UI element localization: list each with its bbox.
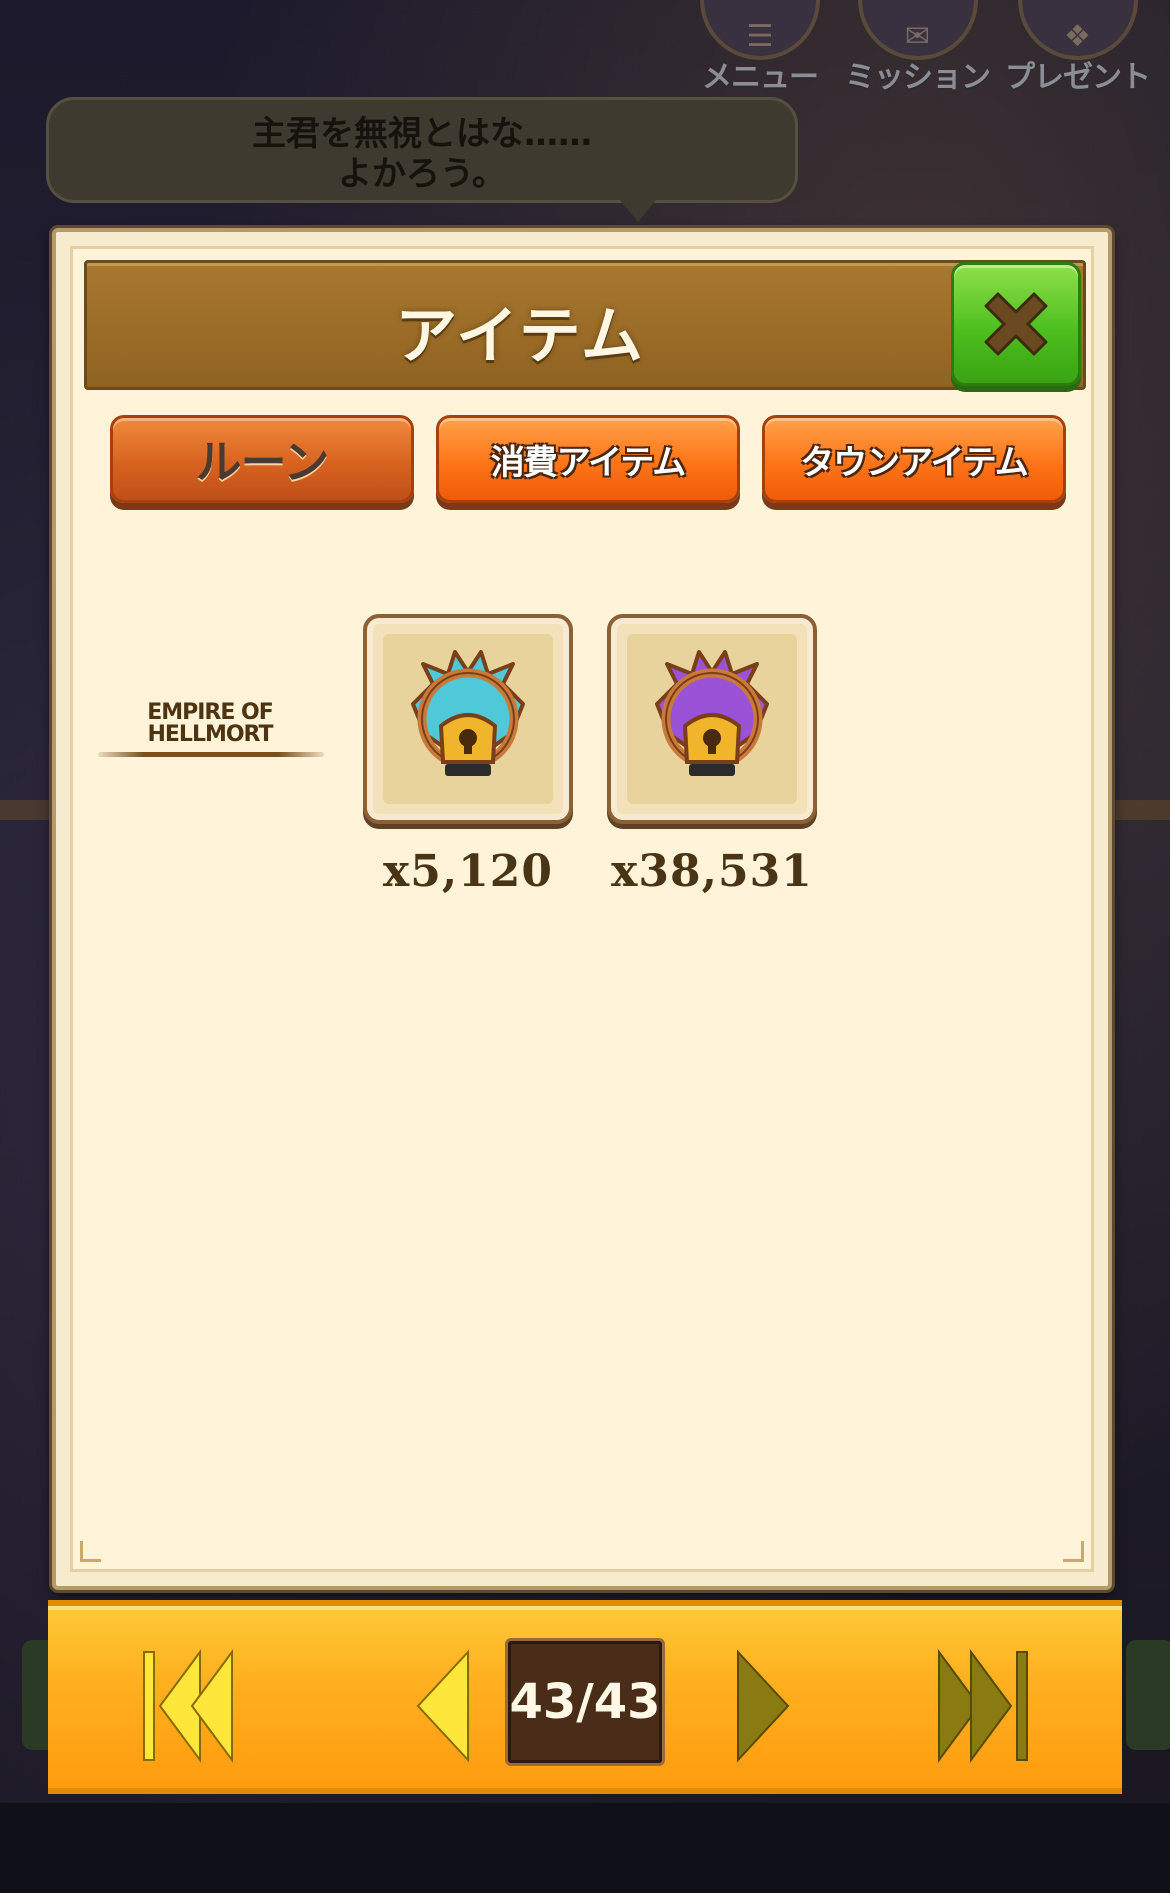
purple-rune-lock-icon bbox=[655, 650, 769, 776]
item-count: x38,531 bbox=[611, 846, 813, 897]
close-button[interactable] bbox=[951, 262, 1081, 386]
previous-page-button[interactable] bbox=[388, 1646, 498, 1766]
skip-first-icon bbox=[143, 1648, 233, 1764]
background-right-button bbox=[1126, 1640, 1170, 1750]
rune-item-blue[interactable]: x5,120 bbox=[361, 614, 575, 897]
category-tabs: ルーン 消費アイテム タウンアイテム bbox=[110, 415, 1066, 503]
mission-icon: ✉ bbox=[857, 0, 978, 60]
modal-title: アイテム bbox=[395, 299, 645, 372]
item-frame bbox=[363, 614, 573, 824]
item-modal: アイテム ルーン 消費アイテム タウンアイテム EMPIRE OF HELLMO… bbox=[52, 228, 1112, 1590]
mission-button[interactable]: ✉ ミッション bbox=[845, 0, 991, 96]
section-label-line-1: EMPIRE OF bbox=[147, 700, 274, 725]
page-indicator: 43/43 bbox=[505, 1638, 665, 1766]
next-page-button[interactable] bbox=[708, 1646, 818, 1766]
background-bottom bbox=[0, 1803, 1170, 1893]
tab-town-items[interactable]: タウンアイテム bbox=[762, 415, 1066, 503]
corner-ornament bbox=[1063, 1541, 1084, 1562]
prev-icon bbox=[416, 1649, 469, 1763]
blue-rune-lock-icon bbox=[411, 650, 525, 776]
present-label: プレゼント bbox=[1005, 60, 1151, 95]
speech-line-1: 主君を無視とはな…… bbox=[252, 114, 592, 154]
speech-bubble: 主君を無視とはな…… よかろう。 bbox=[46, 97, 798, 203]
rune-item-purple[interactable]: x38,531 bbox=[605, 614, 819, 897]
skip-last-icon bbox=[938, 1648, 1028, 1764]
mission-label: ミッション bbox=[845, 60, 991, 95]
tab-consumable-items[interactable]: 消費アイテム bbox=[436, 415, 740, 503]
last-page-button[interactable] bbox=[928, 1646, 1038, 1766]
tab-rune[interactable]: ルーン bbox=[110, 415, 414, 503]
item-frame bbox=[607, 614, 817, 824]
speech-line-2: よかろう。 bbox=[338, 154, 506, 194]
section-underline bbox=[98, 752, 324, 757]
section-label-line-2: HELLMORT bbox=[147, 722, 273, 747]
first-page-button[interactable] bbox=[133, 1646, 243, 1766]
present-icon: ❖ bbox=[1017, 0, 1138, 60]
close-icon bbox=[984, 292, 1048, 356]
item-count: x5,120 bbox=[382, 846, 553, 897]
menu-icon: ☰ bbox=[700, 0, 820, 60]
section-label: EMPIRE OF HELLMORT bbox=[96, 702, 324, 746]
next-icon bbox=[737, 1649, 790, 1763]
pagination-bar: 43/43 bbox=[48, 1600, 1122, 1794]
present-button[interactable]: ❖ プレゼント bbox=[1005, 0, 1151, 96]
menu-label: メニュー bbox=[702, 60, 819, 95]
speech-bubble-tail bbox=[620, 200, 656, 222]
menu-button[interactable]: ☰ メニュー bbox=[700, 0, 820, 96]
title-bar: アイテム bbox=[84, 260, 1086, 390]
corner-ornament bbox=[80, 1541, 101, 1562]
